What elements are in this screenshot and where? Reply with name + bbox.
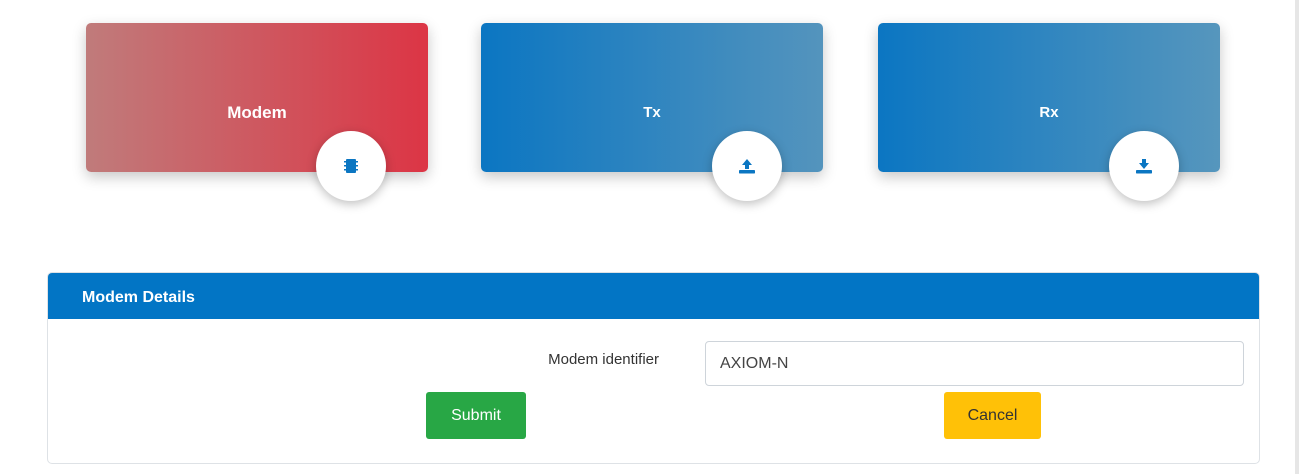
download-icon[interactable] [1109, 131, 1179, 201]
tile-tx-title: Tx [643, 104, 661, 121]
submit-button[interactable]: Submit [426, 392, 526, 439]
panel-header: Modem Details [48, 273, 1259, 319]
tile-modem-title: Modem [227, 103, 287, 122]
tile-rx-title: Rx [1039, 104, 1059, 121]
cancel-button[interactable]: Cancel [944, 392, 1041, 439]
modem-identifier-input[interactable] [705, 341, 1244, 386]
modem-details-panel: Modem Details Modem identifier Submit Ca… [47, 272, 1260, 464]
modem-identifier-label: Modem identifier [548, 351, 659, 368]
upload-icon[interactable] [712, 131, 782, 201]
right-edge-bar [1295, 0, 1299, 474]
chip-icon[interactable] [316, 131, 386, 201]
